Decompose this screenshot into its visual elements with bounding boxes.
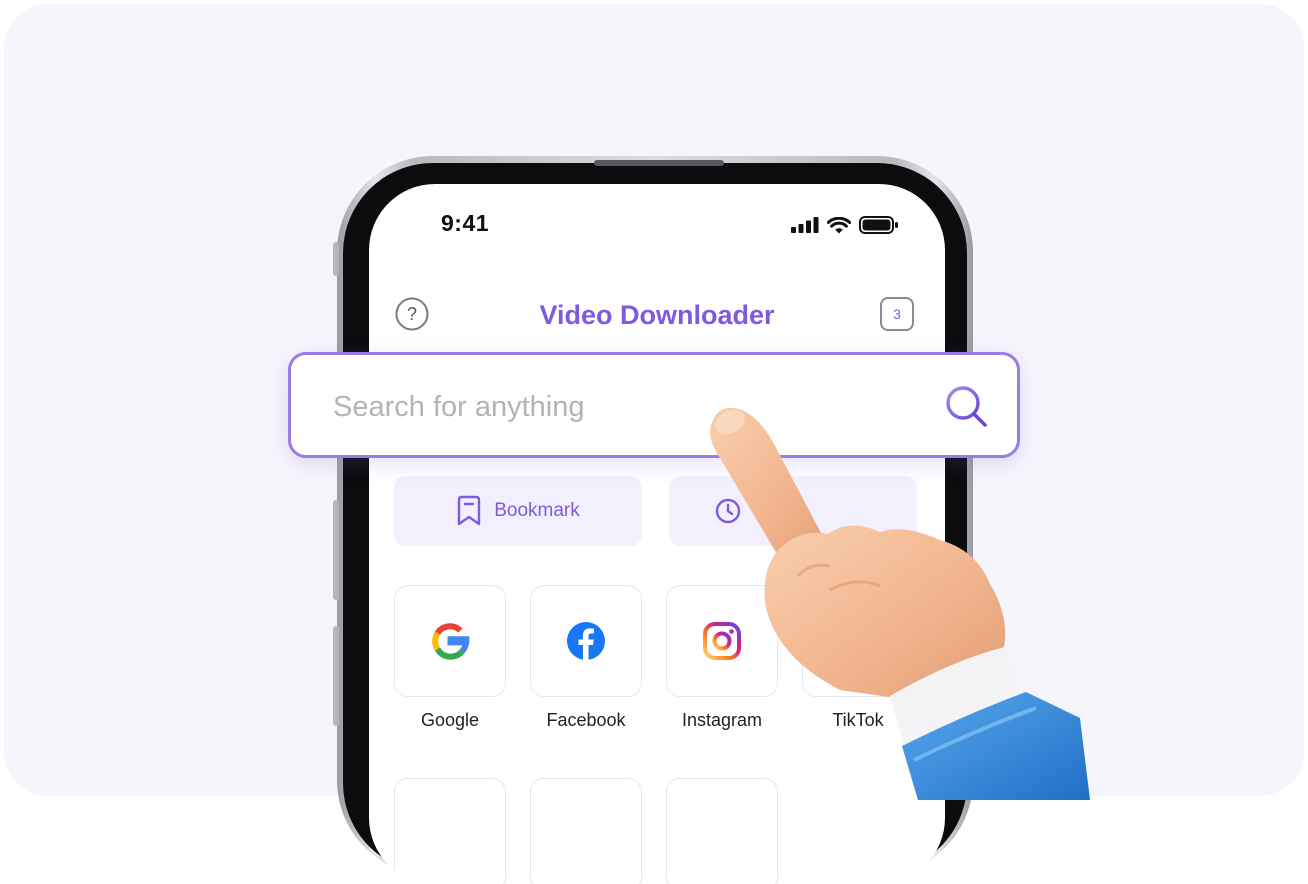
mute-switch [333,242,339,276]
pointing-hand-illustration [710,407,1090,800]
app-title: Video Downloader [539,300,775,330]
site-label-google: Google [420,710,480,730]
bookmark-icon [458,495,481,526]
google-icon [432,623,470,660]
signal-icon [791,217,819,233]
bookmark-label: Bookmark [494,500,580,521]
battery-icon [859,216,898,234]
status-icons [791,216,899,234]
site-tile[interactable] [530,778,642,884]
facebook-icon [567,622,605,660]
volume-up-button [333,500,339,600]
site-tile-facebook[interactable] [530,585,642,697]
speaker-slot [594,160,724,166]
tab-count: 3 [893,306,901,322]
site-tile[interactable] [394,778,506,884]
bookmark-button[interactable]: Bookmark [394,476,642,546]
volume-down-button [333,626,339,726]
status-time: 9:41 [441,210,490,236]
tab-count-button[interactable]: 3 [880,297,914,331]
site-label-facebook: Facebook [546,710,626,730]
wifi-icon [827,216,851,233]
site-tile-google[interactable] [394,585,506,697]
